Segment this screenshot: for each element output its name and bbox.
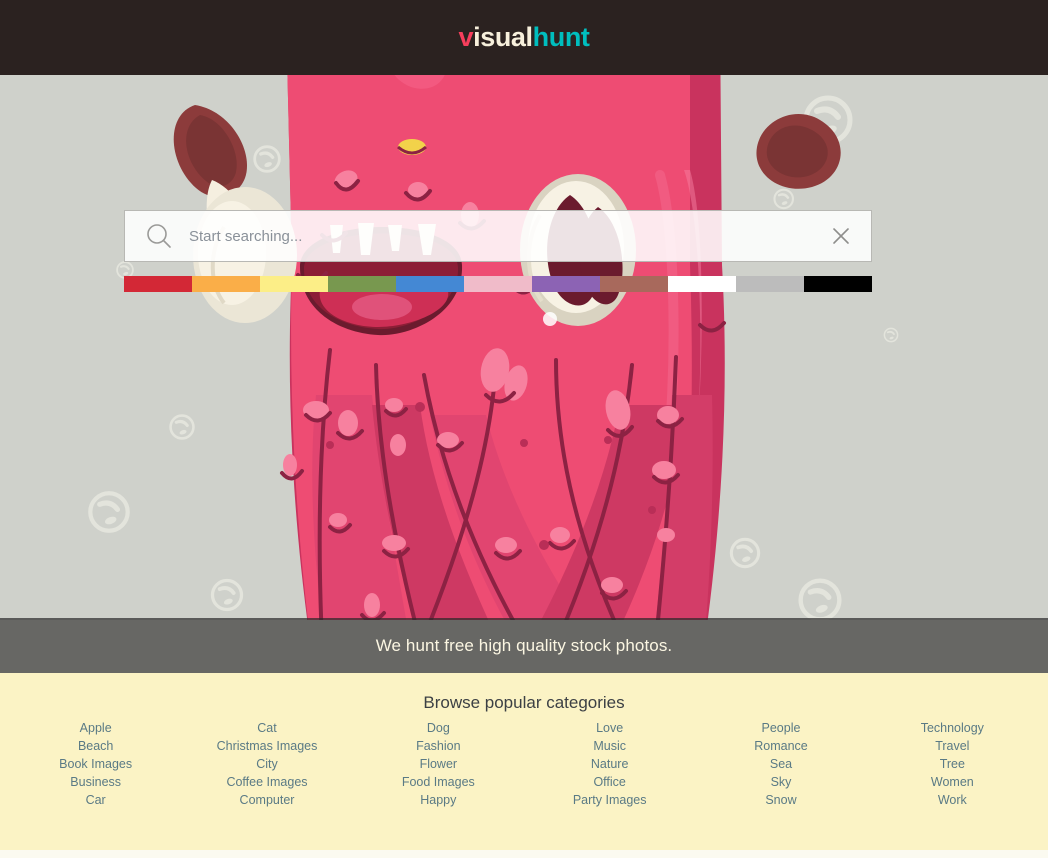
category-link-city[interactable]: City	[256, 755, 278, 773]
category-column-3: Dog Fashion Flower Food Images Happy	[353, 719, 524, 809]
visualhunt-homepage: visualhunt Start searching... We hunt fr…	[0, 0, 1048, 858]
color-swatch-orange[interactable]	[192, 276, 260, 292]
color-swatch-gray[interactable]	[736, 276, 804, 292]
color-swatch-purple[interactable]	[532, 276, 600, 292]
category-column-4: Love Music Nature Office Party Images	[524, 719, 695, 809]
search-input[interactable]	[189, 227, 831, 245]
search-container	[124, 210, 872, 262]
category-link-computer[interactable]: Computer	[240, 791, 295, 809]
color-swatch-brown[interactable]	[600, 276, 668, 292]
category-link-romance[interactable]: Romance	[754, 737, 808, 755]
tagline-bar: We hunt free high quality stock photos.	[0, 618, 1048, 673]
category-link-nature[interactable]: Nature	[591, 755, 629, 773]
color-filter-bar	[124, 276, 872, 292]
logo-part-isual: isual	[473, 22, 533, 52]
site-header: visualhunt	[0, 0, 1048, 75]
category-link-beach[interactable]: Beach	[78, 737, 113, 755]
category-column-2: Cat Christmas Images City Coffee Images Comp…	[181, 719, 352, 809]
category-link-business[interactable]: Business	[70, 773, 121, 791]
close-icon[interactable]	[831, 226, 851, 246]
category-link-tree[interactable]: Tree	[940, 755, 965, 773]
category-link-book-images[interactable]: Book Images	[59, 755, 132, 773]
category-link-music[interactable]: Music	[593, 737, 626, 755]
category-link-fashion[interactable]: Fashion	[416, 737, 460, 755]
color-swatch-white[interactable]	[668, 276, 736, 292]
category-link-sky[interactable]: Sky	[771, 773, 792, 791]
color-swatch-black[interactable]	[804, 276, 872, 292]
category-link-people[interactable]: People	[762, 719, 801, 737]
category-link-cat[interactable]: Cat	[257, 719, 276, 737]
category-link-technology[interactable]: Technology	[921, 719, 984, 737]
hero-section	[0, 75, 1048, 620]
categories-title: Browse popular categories	[423, 693, 625, 712]
categories-grid: Apple Beach Book Images Business Car Cat Chris…	[0, 719, 1048, 809]
tagline-text: We hunt free high quality stock photos.	[375, 635, 673, 655]
category-link-flower[interactable]: Flower	[420, 755, 458, 773]
footer-strip	[0, 850, 1048, 858]
logo-part-v: v	[458, 22, 474, 52]
category-link-happy[interactable]: Happy	[420, 791, 456, 809]
category-link-car[interactable]: Car	[86, 791, 106, 809]
category-link-snow[interactable]: Snow	[765, 791, 796, 809]
category-link-party-images[interactable]: Party Images	[573, 791, 647, 809]
categories-section: Browse popular categories Apple Beach Book…	[0, 673, 1048, 850]
category-link-christmas-images[interactable]: Christmas Images	[217, 737, 318, 755]
category-link-office[interactable]: Office	[593, 773, 625, 791]
category-link-dog[interactable]: Dog	[427, 719, 450, 737]
color-swatch-blue[interactable]	[396, 276, 464, 292]
category-column-1: Apple Beach Book Images Business Car	[10, 719, 181, 809]
category-column-6: Technology Travel Tree Women Work	[867, 719, 1038, 809]
color-swatch-red[interactable]	[124, 276, 192, 292]
category-link-women[interactable]: Women	[931, 773, 974, 791]
category-link-travel[interactable]: Travel	[935, 737, 969, 755]
category-link-coffee-images[interactable]: Coffee Images	[226, 773, 307, 791]
category-link-love[interactable]: Love	[596, 719, 623, 737]
category-column-5: People Romance Sea Sky Snow	[695, 719, 866, 809]
color-swatch-yellow[interactable]	[260, 276, 328, 292]
site-logo[interactable]: visualhunt	[458, 24, 589, 51]
color-swatch-green[interactable]	[328, 276, 396, 292]
monster-illustration	[0, 75, 1048, 620]
search-icon	[145, 222, 173, 250]
search-box[interactable]	[124, 210, 872, 262]
category-link-apple[interactable]: Apple	[80, 719, 112, 737]
logo-part-hunt: hunt	[532, 22, 590, 52]
category-link-food-images[interactable]: Food Images	[402, 773, 475, 791]
color-swatch-pink[interactable]	[464, 276, 532, 292]
category-link-sea[interactable]: Sea	[770, 755, 792, 773]
category-link-work[interactable]: Work	[938, 791, 967, 809]
